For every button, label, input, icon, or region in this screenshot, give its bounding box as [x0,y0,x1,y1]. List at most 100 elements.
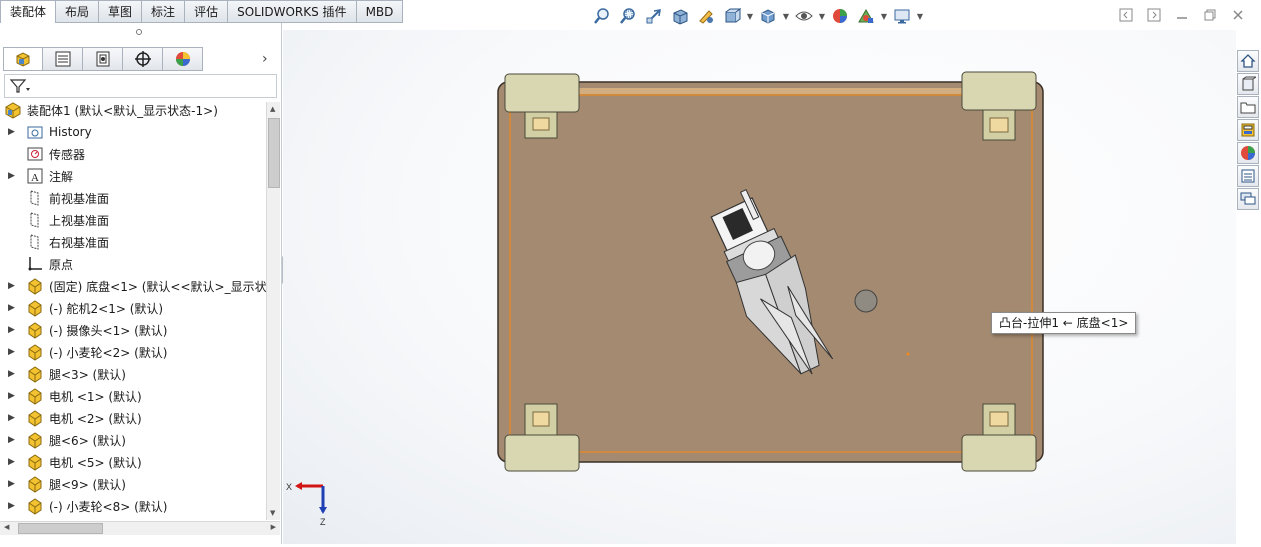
tree-item[interactable]: ▶ 电机 <1> (默认) [8,385,142,407]
collapse-left-icon[interactable] [1117,6,1135,24]
tree-item[interactable]: ▶ (-) 小麦轮<2> (默认) [8,341,167,363]
tree-item[interactable]: 原点 [26,253,73,275]
expand-arrow-icon[interactable]: ▶ [8,435,16,445]
part-icon [26,387,44,405]
forum-icon[interactable] [1237,188,1259,210]
part-icon [26,409,44,427]
tab-assembly[interactable]: 装配体 [0,0,57,23]
graphics-area[interactable] [283,30,1236,544]
expand-arrow-icon[interactable]: ▶ [8,325,16,335]
expand-arrow-icon[interactable]: ▶ [8,281,16,291]
panel-grip-icon[interactable] [136,29,142,35]
part-icon [26,497,44,515]
part-icon [26,277,44,295]
tree-root-assembly[interactable]: 装配体1 (默认<默认_显示状态-1>) [4,99,218,121]
tree-item[interactable]: ▶ (固定) 底盘<1> (默认<<默认>_显示状态 [8,275,266,297]
model-view[interactable] [283,30,1236,544]
close-icon[interactable] [1229,6,1247,24]
vertical-scroll-thumb[interactable] [268,118,280,188]
dimxpert-tab[interactable] [123,47,163,71]
filter-icon[interactable] [9,77,31,95]
design-library-icon[interactable] [1237,73,1259,95]
display-style-dropdown-icon[interactable]: ▼ [782,12,790,21]
tree-item[interactable]: 前视基准面 [26,187,109,209]
tree-item[interactable]: 右视基准面 [26,231,109,253]
view-settings-dropdown-icon[interactable]: ▼ [916,12,924,21]
tree-item-label: 电机 <1> (默认) [49,389,142,404]
home-icon[interactable] [1237,50,1259,72]
entity-tooltip: 凸台-拉伸1 ← 底盘<1> [991,312,1137,334]
display-style-icon[interactable] [756,5,780,27]
part-icon [26,321,44,339]
tree-item[interactable]: ▶ A 注解 [8,165,73,187]
scroll-down-icon[interactable]: ▼ [270,509,275,517]
expand-arrow-icon[interactable]: ▶ [8,171,16,181]
zoom-to-area-icon[interactable] [616,5,640,27]
hide-show-dropdown-icon[interactable]: ▼ [818,12,826,21]
heads-up-view-toolbar: ▼ ▼ ▼ ▼ ▼ [590,4,924,28]
scroll-right-icon[interactable]: ▶ [271,523,276,531]
expand-arrow-icon[interactable]: ▶ [8,391,16,401]
tab-sketch[interactable]: 草图 [99,0,143,23]
expand-arrow-icon[interactable]: ▶ [8,369,16,379]
configurationmanager-tab[interactable] [83,47,123,71]
view-orientation-icon[interactable] [720,5,744,27]
tree-horizontal-scrollbar[interactable]: ◀ ▶ [0,521,280,535]
tab-solidworks-addins[interactable]: SOLIDWORKS 插件 [228,0,357,23]
section-view-icon[interactable] [668,5,692,27]
expand-arrow-icon[interactable]: ▶ [8,501,16,511]
tree-item[interactable]: ▶ 腿<3> (默认) [8,363,126,385]
expand-arrow-icon[interactable]: ▶ [8,127,16,137]
zoom-to-fit-icon[interactable] [590,5,614,27]
plane-icon [26,233,44,251]
tab-evaluate[interactable]: 评估 [185,0,229,23]
part-icon [26,299,44,317]
propertymanager-tab[interactable] [43,47,83,71]
tab-markup[interactable]: 标注 [142,0,186,23]
tree-item[interactable]: ▶ (-) 小麦轮<8> (默认) [8,495,167,517]
hide-show-items-icon[interactable] [792,5,816,27]
tree-item[interactable]: ▶ 腿<6> (默认) [8,429,126,451]
tree-item[interactable]: ▶ (-) 舵机2<1> (默认) [8,297,164,319]
tree-item[interactable]: ▶ 腿<9> (默认) [8,473,126,495]
tree-item[interactable]: 上视基准面 [26,209,109,231]
plane-icon [26,211,44,229]
expand-arrow-icon[interactable]: ▶ [8,457,16,467]
horizontal-scroll-thumb[interactable] [18,523,103,534]
expand-arrow-icon[interactable]: ▶ [8,479,16,489]
view-settings-icon[interactable] [890,5,914,27]
tab-mbd[interactable]: MBD [356,0,404,23]
previous-view-icon[interactable] [642,5,666,27]
apply-scene-icon[interactable] [854,5,878,27]
scroll-up-icon[interactable]: ▲ [270,105,275,113]
tree-item[interactable]: 传感器 [26,143,85,165]
file-explorer-icon[interactable] [1237,96,1259,118]
dynamic-annotation-icon[interactable] [694,5,718,27]
edit-appearance-icon[interactable] [828,5,852,27]
expand-arrow-icon[interactable]: ▶ [8,303,16,313]
displaymanager-tab[interactable] [163,47,203,71]
panel-more-arrow-icon[interactable]: › [262,51,268,67]
tree-item[interactable]: ▶ History [8,121,92,143]
view-orientation-dropdown-icon[interactable]: ▼ [746,12,754,21]
tree-item-label: 前视基准面 [49,191,110,206]
expand-arrow-icon[interactable]: ▶ [8,413,16,423]
appearances-icon[interactable] [1237,142,1259,164]
expand-arrow-icon[interactable]: ▶ [8,347,16,357]
annotations-icon: A [26,167,44,185]
custom-properties-icon[interactable] [1237,165,1259,187]
tree-item[interactable]: ▶ (-) 摄像头<1> (默认) [8,319,167,341]
view-palette-icon[interactable] [1237,119,1259,141]
apply-scene-dropdown-icon[interactable]: ▼ [880,12,888,21]
minimize-icon[interactable] [1173,6,1191,24]
tree-filter[interactable] [4,74,277,98]
restore-icon[interactable] [1201,6,1219,24]
featuremanager-tab[interactable] [3,47,43,71]
scroll-left-icon[interactable]: ◀ [4,523,9,531]
tab-layout[interactable]: 布局 [56,0,100,23]
tree-vertical-scrollbar[interactable]: ▲ ▼ [266,102,280,520]
tree-item[interactable]: ▶ 电机 <5> (默认) [8,451,142,473]
tree-item[interactable]: ▶ 电机 <2> (默认) [8,407,142,429]
collapse-right-icon[interactable] [1145,6,1163,24]
tree-item-label: (-) 舵机2<1> (默认) [49,301,164,316]
